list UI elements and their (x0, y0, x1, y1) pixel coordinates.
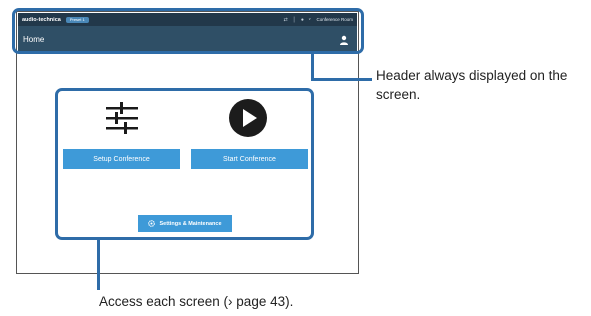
header-callout-line-vertical (311, 53, 314, 81)
start-conference-button[interactable]: Start Conference (191, 149, 308, 169)
play-icon[interactable] (228, 98, 268, 138)
settings-maintenance-label: Settings & Maintenance (159, 220, 222, 227)
setup-conference-button[interactable]: Setup Conference (63, 149, 180, 169)
header-callout-line-horizontal (311, 78, 372, 81)
header-callout-frame (12, 8, 364, 54)
sliders-icon (106, 102, 138, 134)
gear-icon (148, 220, 156, 227)
header-callout-text: Header always displayed on the screen. (376, 68, 568, 102)
access-callout-text: Access each screen (› page 43). (99, 294, 294, 309)
settings-maintenance-button[interactable]: Settings & Maintenance (138, 215, 232, 232)
access-callout-line (97, 240, 100, 290)
